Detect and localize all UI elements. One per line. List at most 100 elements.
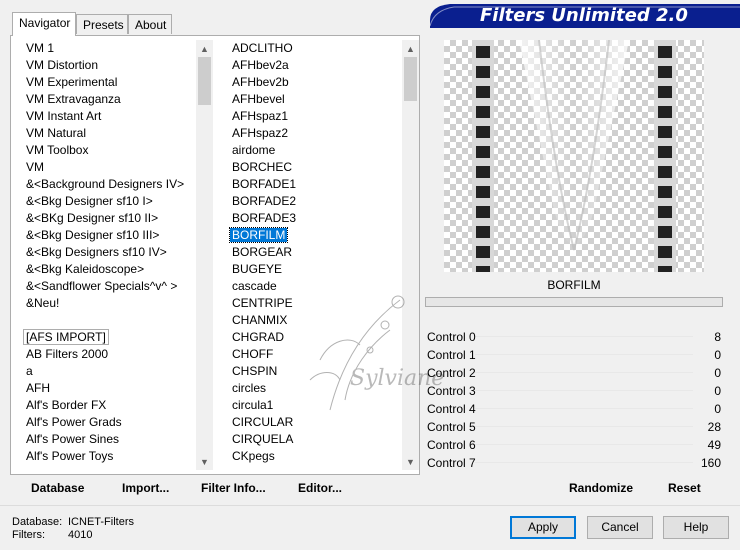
category-scrollbar[interactable]: ▲ ▼ bbox=[196, 40, 213, 470]
scroll-thumb[interactable] bbox=[404, 57, 417, 101]
scroll-up-icon[interactable]: ▲ bbox=[196, 40, 213, 57]
control-slider[interactable] bbox=[475, 372, 693, 373]
filter-list-item[interactable]: BORFADE1 bbox=[224, 176, 402, 193]
reset-button[interactable]: Reset bbox=[668, 481, 701, 495]
control-slider[interactable] bbox=[475, 390, 693, 391]
category-list-item[interactable]: &Neu! bbox=[18, 295, 196, 312]
randomize-button[interactable]: Randomize bbox=[569, 481, 633, 495]
control-label: Control 1 bbox=[427, 348, 476, 362]
category-list-item[interactable]: a bbox=[18, 363, 196, 380]
control-slider[interactable] bbox=[475, 444, 693, 445]
category-label: AFH bbox=[26, 381, 50, 395]
control-row[interactable]: Control 5 28 bbox=[425, 418, 723, 436]
filters-count-value: 4010 bbox=[68, 529, 93, 541]
filter-list-item[interactable]: CIRQUELA bbox=[224, 431, 402, 448]
category-list-item[interactable]: VM Experimental bbox=[18, 74, 196, 91]
category-list-item[interactable]: VM Instant Art bbox=[18, 108, 196, 125]
filter-list-item[interactable]: AFHbev2b bbox=[224, 74, 402, 91]
control-value: 0 bbox=[714, 384, 721, 398]
category-list-item[interactable]: &<Bkg Designer sf10 III> bbox=[18, 227, 196, 244]
tab-about[interactable]: About bbox=[128, 14, 172, 34]
film-perforation bbox=[658, 126, 672, 138]
filter-info-button[interactable]: Filter Info... bbox=[201, 481, 266, 495]
filter-list-item[interactable]: AFHbevel bbox=[224, 91, 402, 108]
filter-list-item[interactable]: airdome bbox=[224, 142, 402, 159]
control-value: 0 bbox=[714, 366, 721, 380]
control-slider[interactable] bbox=[475, 408, 693, 409]
category-list-item[interactable]: VM 1 bbox=[18, 40, 196, 57]
category-list-item[interactable]: &<Bkg Kaleidoscope> bbox=[18, 261, 196, 278]
control-row[interactable]: Control 6 49 bbox=[425, 436, 723, 454]
category-list-item[interactable]: VM Natural bbox=[18, 125, 196, 142]
database-button[interactable]: Database bbox=[31, 481, 84, 495]
cancel-button[interactable]: Cancel bbox=[587, 516, 653, 539]
filter-label: BORCHEC bbox=[232, 160, 293, 174]
scroll-down-icon[interactable]: ▼ bbox=[196, 453, 213, 470]
category-list-item[interactable]: Alf's Border FX bbox=[18, 397, 196, 414]
category-list-item[interactable] bbox=[18, 312, 196, 329]
filter-list-item[interactable]: BUGEYE bbox=[224, 261, 402, 278]
apply-button[interactable]: Apply bbox=[510, 516, 576, 539]
category-list-item[interactable]: &<BKg Designer sf10 II> bbox=[18, 210, 196, 227]
filter-list-item[interactable]: AFHspaz1 bbox=[224, 108, 402, 125]
category-label: VM Instant Art bbox=[26, 109, 102, 123]
category-list-item[interactable]: &<Bkg Designers sf10 IV> bbox=[18, 244, 196, 261]
filter-preview bbox=[444, 40, 704, 272]
control-row[interactable]: Control 3 0 bbox=[425, 382, 723, 400]
tab-bar: Navigator Presets About bbox=[0, 0, 420, 36]
filter-list-item[interactable]: BORFADE2 bbox=[224, 193, 402, 210]
film-perforation bbox=[476, 266, 490, 272]
category-label: [AFS IMPORT] bbox=[23, 329, 109, 345]
filter-list-item[interactable]: CKpegs bbox=[224, 448, 402, 465]
category-label: &<Bkg Designer sf10 III> bbox=[26, 228, 160, 242]
category-label: &<Bkg Kaleidoscope> bbox=[26, 262, 145, 276]
help-button[interactable]: Help bbox=[663, 516, 729, 539]
category-list-item[interactable]: VM Extravaganza bbox=[18, 91, 196, 108]
tab-navigator[interactable]: Navigator bbox=[12, 12, 76, 36]
category-list-item[interactable]: Alf's Power Sines bbox=[18, 431, 196, 448]
filter-list-item[interactable]: BORFILM bbox=[224, 227, 402, 244]
control-slider[interactable] bbox=[475, 336, 693, 337]
filter-label: cascade bbox=[232, 279, 277, 293]
editor-button[interactable]: Editor... bbox=[298, 481, 342, 495]
category-list[interactable]: VM 1 VM Distortion VM Experimental VM Extra… bbox=[18, 40, 196, 470]
filter-list-item[interactable]: ADCLITHO bbox=[224, 40, 402, 57]
category-list-item[interactable]: VM bbox=[18, 159, 196, 176]
category-list-item[interactable]: Alf's Power Toys bbox=[18, 448, 196, 465]
control-label: Control 2 bbox=[427, 366, 476, 380]
category-list-item[interactable]: &<Bkg Designer sf10 I> bbox=[18, 193, 196, 210]
category-list-item[interactable]: AB Filters 2000 bbox=[18, 346, 196, 363]
import-button[interactable]: Import... bbox=[122, 481, 169, 495]
category-list-item[interactable]: [AFS IMPORT] bbox=[18, 329, 196, 346]
category-list-item[interactable]: &<Sandflower Specials^v^ > bbox=[18, 278, 196, 295]
film-perforation bbox=[476, 226, 490, 238]
category-label: &<Sandflower Specials^v^ > bbox=[26, 279, 178, 293]
category-list-item[interactable]: VM Toolbox bbox=[18, 142, 196, 159]
category-list-item[interactable]: VM Distortion bbox=[18, 57, 196, 74]
control-row[interactable]: Control 1 0 bbox=[425, 346, 723, 364]
filter-label: CHANMIX bbox=[232, 313, 288, 327]
filter-list-item[interactable]: AFHbev2a bbox=[224, 57, 402, 74]
control-row[interactable]: Control 4 0 bbox=[425, 400, 723, 418]
category-list-item[interactable]: AFH bbox=[18, 380, 196, 397]
filter-list-item[interactable]: BORCHEC bbox=[224, 159, 402, 176]
app-title: Filters Unlimited 2.0 bbox=[480, 5, 688, 26]
scroll-thumb[interactable] bbox=[198, 57, 211, 105]
control-slider[interactable] bbox=[475, 354, 693, 355]
control-row[interactable]: Control 0 8 bbox=[425, 328, 723, 346]
control-row[interactable]: Control 2 0 bbox=[425, 364, 723, 382]
scroll-down-icon[interactable]: ▼ bbox=[402, 453, 419, 470]
filter-list-item[interactable]: BORFADE3 bbox=[224, 210, 402, 227]
scroll-up-icon[interactable]: ▲ bbox=[402, 40, 419, 57]
control-value: 8 bbox=[714, 330, 721, 344]
control-slider[interactable] bbox=[475, 462, 693, 463]
category-list-item[interactable]: &<Background Designers IV> bbox=[18, 176, 196, 193]
film-perforation bbox=[658, 246, 672, 258]
filter-list-item[interactable]: BORGEAR bbox=[224, 244, 402, 261]
tab-presets[interactable]: Presets bbox=[76, 14, 128, 34]
category-list-item[interactable]: Alf's Power Grads bbox=[18, 414, 196, 431]
control-slider[interactable] bbox=[475, 426, 693, 427]
filter-label: circles bbox=[232, 381, 267, 395]
control-row[interactable]: Control 7 160 bbox=[425, 454, 723, 472]
filter-list-item[interactable]: AFHspaz2 bbox=[224, 125, 402, 142]
